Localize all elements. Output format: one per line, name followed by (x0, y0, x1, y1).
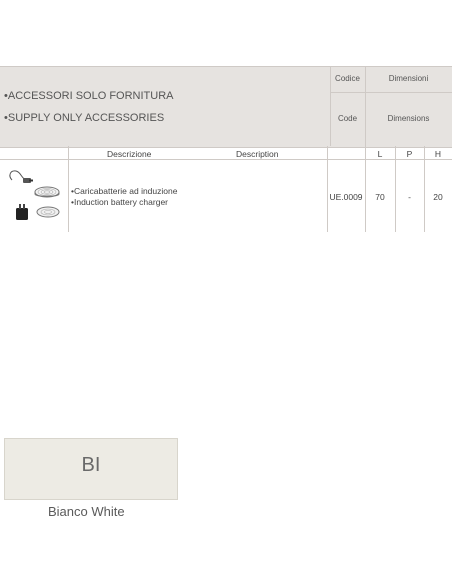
product-depth: - (408, 192, 411, 202)
induction-charger-icon (9, 170, 60, 220)
product-height: 20 (433, 192, 443, 202)
description-header-it: Descrizione (107, 149, 152, 159)
category-title-it: •ACCESSORI SOLO FORNITURA (4, 90, 174, 102)
code-label-it: Codice (335, 74, 360, 83)
dimensions-label-it: Dimensioni (388, 74, 429, 83)
code-label-en: Code (337, 114, 358, 123)
category-title-en: •SUPPLY ONLY ACCESSORIES (4, 112, 165, 124)
product-code: UE.0009 (329, 192, 363, 202)
finish-name: Bianco White (48, 504, 125, 519)
product-description-en: •Induction battery charger (71, 197, 169, 207)
height-header: H (434, 149, 442, 159)
product-description-it: •Caricabatterie ad induzione (71, 186, 178, 196)
table-row-image (6, 166, 62, 226)
table-header-divider (0, 159, 452, 160)
description-header-en: Description (236, 149, 279, 159)
finish-code: BI (81, 454, 101, 476)
length-header: L (377, 149, 383, 159)
product-length: 70 (375, 192, 385, 202)
depth-header: P (406, 149, 413, 159)
header-row-divider (330, 92, 452, 93)
dimensions-label-en: Dimensions (387, 114, 430, 123)
